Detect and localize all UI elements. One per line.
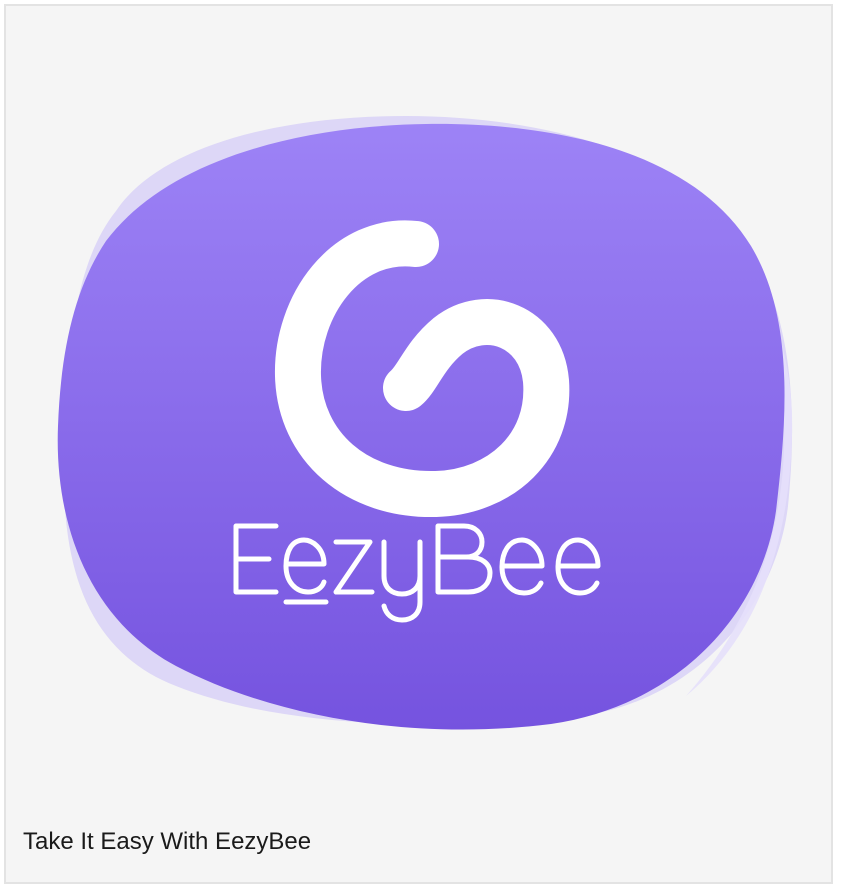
logo-image: [6, 6, 835, 766]
product-card: Take It Easy With EezyBee: [4, 4, 833, 884]
product-caption: Take It Easy With EezyBee: [23, 828, 312, 855]
logo-blob: [57, 123, 785, 730]
